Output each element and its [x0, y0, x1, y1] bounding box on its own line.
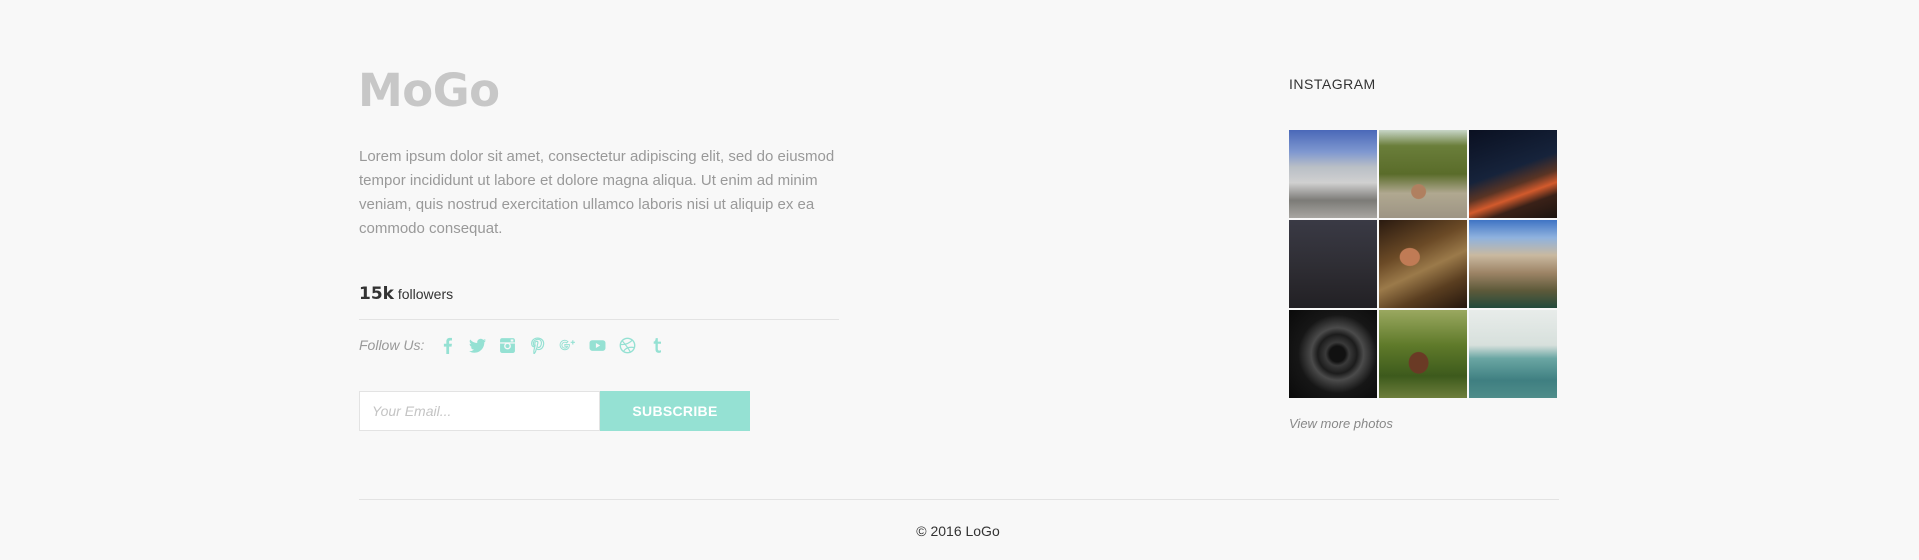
follow-us-row: Follow Us:	[359, 334, 678, 356]
night-highway-photo[interactable]	[1469, 130, 1557, 218]
email-input[interactable]: Your Email...	[359, 391, 600, 431]
granite-dome-photo[interactable]	[1289, 130, 1377, 218]
ocean-photo[interactable]	[1469, 310, 1557, 398]
dribbble-icon[interactable]	[618, 336, 636, 354]
tunnel-photo[interactable]	[1289, 310, 1377, 398]
night-sky-photo[interactable]	[1289, 220, 1377, 308]
google-plus-icon[interactable]	[558, 336, 576, 354]
youtube-icon[interactable]	[588, 336, 606, 354]
facebook-icon[interactable]	[438, 336, 456, 354]
view-more-photos-link[interactable]: View more photos	[1289, 416, 1393, 431]
instagram-grid	[1289, 130, 1557, 398]
followers-label: followers	[397, 286, 454, 302]
rocky-peaks-photo[interactable]	[1469, 220, 1557, 308]
footer-section: MoGo Lorem ipsum dolor sit amet, consect…	[358, 0, 1559, 560]
instagram-icon[interactable]	[498, 336, 516, 354]
followers-number: 15k	[359, 284, 394, 304]
feet-wood-photo[interactable]	[1379, 220, 1467, 308]
copyright: © 2016 LoGo	[916, 523, 1000, 539]
subscribe-form: Your Email... SUBSCRIBE	[359, 391, 750, 431]
mountain-couple-photo[interactable]	[1379, 130, 1467, 218]
tumblr-icon[interactable]	[648, 336, 666, 354]
about-text: Lorem ipsum dolor sit amet, consectetur …	[359, 148, 835, 237]
pine-cone-photo[interactable]	[1379, 310, 1467, 398]
social-icons	[438, 336, 678, 354]
footer-divider	[359, 499, 1559, 500]
twitter-icon[interactable]	[468, 336, 486, 354]
instagram-title: INSTAGRAM	[1289, 76, 1376, 92]
pinterest-icon[interactable]	[528, 336, 546, 354]
followers-count: 15k followers	[359, 284, 453, 304]
subscribe-button[interactable]: SUBSCRIBE	[600, 391, 750, 431]
follow-us-label: Follow Us:	[359, 337, 425, 353]
divider	[359, 319, 839, 320]
logo[interactable]: MoGo	[358, 66, 500, 116]
